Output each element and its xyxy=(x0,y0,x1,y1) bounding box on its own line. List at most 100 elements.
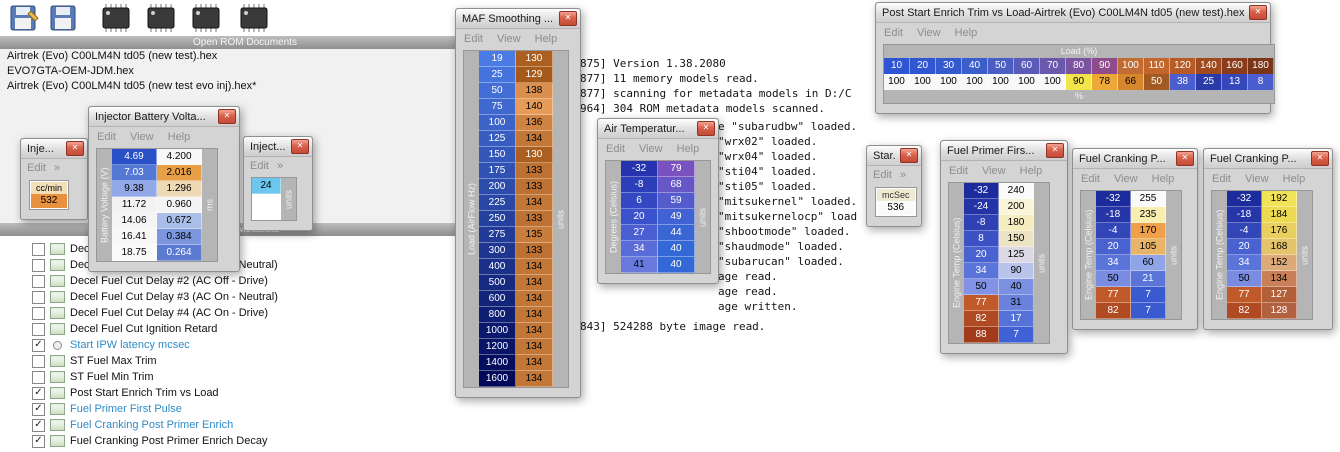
value-cell[interactable]: 128 xyxy=(1262,303,1297,319)
menu-help[interactable]: Help xyxy=(535,33,558,45)
checkbox[interactable] xyxy=(32,259,45,272)
axis-cell[interactable]: 150 xyxy=(479,147,516,163)
axis-cell[interactable]: 160 xyxy=(1222,58,1248,74)
axis-cell[interactable]: 4.69 xyxy=(112,149,157,165)
tree-item[interactable]: Decel Fuel Cut RPM xyxy=(0,241,490,257)
close-icon[interactable] xyxy=(291,139,309,154)
value-cell[interactable]: 17 xyxy=(999,311,1034,327)
axis-cell[interactable]: 6 xyxy=(621,193,658,209)
tree-item-label[interactable]: Fuel Cranking Post Primer Enrich Decay xyxy=(70,435,267,447)
save-icon[interactable] xyxy=(48,2,80,34)
tree-item-label[interactable]: Decel Fuel Cut Delay #3 (AC On - Neutral… xyxy=(70,291,278,303)
menu-edit[interactable]: Edit xyxy=(949,165,968,177)
menu-view[interactable]: View xyxy=(1245,173,1269,185)
value-cell[interactable]: 176 xyxy=(1262,223,1297,239)
menu-help[interactable]: Help xyxy=(168,131,191,143)
axis-cell[interactable]: 19 xyxy=(479,51,516,67)
tree-item[interactable]: Decel Fuel Cut Delay #1 (AC Off - Neutra… xyxy=(0,257,490,273)
tree-item-label[interactable]: ST Fuel Min Trim xyxy=(70,371,154,383)
axis-cell[interactable]: 1400 xyxy=(479,355,516,371)
window-fuel-cranking-decay[interactable]: Fuel Cranking P... Edit View Help Engine… xyxy=(1203,148,1333,330)
axis-cell[interactable]: 50 xyxy=(988,58,1014,74)
window-injector-scaling[interactable]: Inje... Edit » cc/min 532 xyxy=(20,138,88,220)
value-cell[interactable]: 1.296 xyxy=(157,181,202,197)
axis-cell[interactable]: 140 xyxy=(1196,58,1222,74)
value-cell[interactable]: 100 xyxy=(1040,74,1066,90)
axis-cell[interactable]: -4 xyxy=(1096,223,1131,239)
rom-chip-icon[interactable] xyxy=(190,2,222,34)
value-cell[interactable]: 240 xyxy=(999,183,1034,199)
menu-help[interactable]: Help xyxy=(1283,173,1306,185)
axis-cell[interactable]: 70 xyxy=(1040,58,1066,74)
axis-cell[interactable]: -8 xyxy=(964,215,999,231)
axis-cell[interactable]: 50 xyxy=(1096,271,1131,287)
menu-edit[interactable]: Edit xyxy=(873,169,892,181)
menu-overflow-icon[interactable]: » xyxy=(54,162,60,174)
axis-cell[interactable]: 400 xyxy=(479,259,516,275)
value-cell[interactable]: 4.200 xyxy=(157,149,202,165)
value-cell[interactable]: 135 xyxy=(516,227,553,243)
rom-chip-icon[interactable] xyxy=(238,2,270,34)
axis-cell[interactable]: 20 xyxy=(1227,239,1262,255)
axis-cell[interactable]: 50 xyxy=(964,279,999,295)
value-cell[interactable]: 133 xyxy=(516,179,553,195)
axis-cell[interactable]: 34 xyxy=(621,241,658,257)
tree-item-label[interactable]: Decel Fuel Cut Delay #2 (AC Off - Drive) xyxy=(70,275,268,287)
menu-edit[interactable]: Edit xyxy=(27,162,46,174)
axis-cell[interactable]: 14.06 xyxy=(112,213,157,229)
value-cell[interactable]: 134 xyxy=(516,259,553,275)
axis-cell[interactable]: -32 xyxy=(1096,191,1131,207)
axis-cell[interactable]: 20 xyxy=(1096,239,1131,255)
rom-document-item[interactable]: Airtrek (Evo) C00LM4N td05 (new test).he… xyxy=(0,49,490,64)
axis-cell[interactable]: 41 xyxy=(621,257,658,273)
value-cell[interactable]: 136 xyxy=(516,115,553,131)
axis-cell[interactable]: 10 xyxy=(884,58,910,74)
axis-cell[interactable]: 50 xyxy=(1227,271,1262,287)
value-cell[interactable]: 100 xyxy=(910,74,936,90)
scalar-value-cell[interactable]: 532 xyxy=(31,194,67,208)
checkbox[interactable] xyxy=(32,355,45,368)
value-cell[interactable]: 60 xyxy=(1131,255,1166,271)
tree-item[interactable]: Decel Fuel Cut Delay #4 (AC On - Drive) xyxy=(0,305,490,321)
value-cell[interactable]: 150 xyxy=(999,231,1034,247)
window-titlebar[interactable]: Injector Battery Volta... xyxy=(89,107,239,127)
value-cell[interactable]: 0.960 xyxy=(157,197,202,213)
rom-chip-icon[interactable] xyxy=(145,2,177,34)
value-cell[interactable]: 134 xyxy=(1262,271,1297,287)
rom-chip-icon[interactable] xyxy=(100,2,132,34)
axis-cell[interactable]: 30 xyxy=(936,58,962,74)
value-cell[interactable]: 235 xyxy=(1131,207,1166,223)
value-cell[interactable]: 25 xyxy=(1196,74,1222,90)
axis-cell[interactable]: 18.75 xyxy=(112,245,157,261)
axis-cell[interactable]: 1600 xyxy=(479,371,516,387)
axis-cell[interactable]: 88 xyxy=(964,327,999,343)
window-fuel-primer-first-pulse[interactable]: Fuel Primer Firs... Edit View Help Engin… xyxy=(940,140,1068,354)
save-as-icon[interactable] xyxy=(8,2,40,34)
checkbox[interactable] xyxy=(32,243,45,256)
axis-cell[interactable]: 200 xyxy=(479,179,516,195)
axis-cell[interactable]: 82 xyxy=(1096,303,1131,319)
value-cell[interactable]: 68 xyxy=(658,177,695,193)
axis-cell[interactable]: 11.72 xyxy=(112,197,157,213)
axis-cell[interactable]: 50 xyxy=(479,83,516,99)
axis-cell[interactable]: 82 xyxy=(964,311,999,327)
value-cell[interactable]: 152 xyxy=(1262,255,1297,271)
tree-item[interactable]: ST Fuel Max Trim xyxy=(0,353,490,369)
axis-cell[interactable]: 125 xyxy=(479,131,516,147)
menu-view[interactable]: View xyxy=(497,33,521,45)
menu-view[interactable]: View xyxy=(1114,173,1138,185)
axis-cell[interactable]: 25 xyxy=(479,67,516,83)
value-cell[interactable]: 21 xyxy=(1131,271,1166,287)
axis-cell[interactable]: 40 xyxy=(962,58,988,74)
rom-document-item[interactable]: Airtrek (Evo) C00LM4N td05 (new test evo… xyxy=(0,79,490,94)
menu-help[interactable]: Help xyxy=(1020,165,1043,177)
value-cell[interactable]: 133 xyxy=(516,163,553,179)
axis-cell[interactable]: -8 xyxy=(621,177,658,193)
tree-item-label[interactable]: Post Start Enrich Trim vs Load xyxy=(70,387,219,399)
value-cell[interactable]: 192 xyxy=(1262,191,1297,207)
value-cell[interactable]: 180 xyxy=(999,215,1034,231)
menu-edit[interactable]: Edit xyxy=(884,27,903,39)
value-cell[interactable]: 134 xyxy=(516,195,553,211)
value-cell[interactable]: 200 xyxy=(999,199,1034,215)
menu-overflow-icon[interactable]: » xyxy=(277,160,283,172)
